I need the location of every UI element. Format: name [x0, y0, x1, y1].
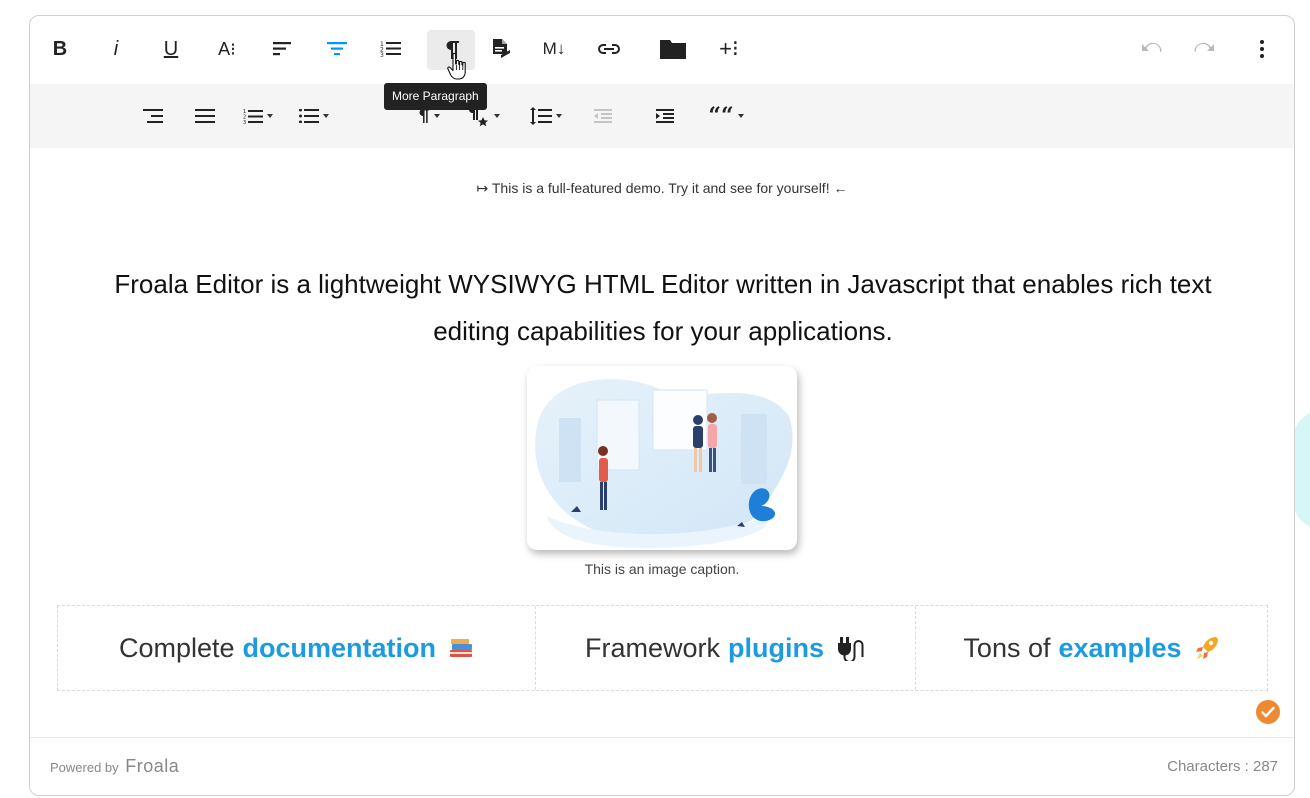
quote-icon: ““	[708, 103, 734, 129]
more-rich-button[interactable]	[486, 34, 516, 64]
folder-icon	[660, 40, 686, 59]
quote-dropdown[interactable]: ““	[706, 103, 746, 129]
link-icon	[598, 44, 620, 54]
feature-prefix: Complete	[118, 632, 235, 663]
rocket-icon	[1194, 635, 1220, 661]
chevron-down-icon	[494, 114, 500, 118]
outdent-button[interactable]	[590, 103, 616, 129]
powered-by-label: Powered by	[50, 760, 119, 775]
markdown-button[interactable]: M↓	[539, 34, 569, 64]
main-toolbar: B i U A⁝ 123 M↓ +⁝	[30, 16, 1294, 84]
text-format-button[interactable]	[268, 34, 298, 64]
italic-button[interactable]: i	[104, 34, 128, 64]
features-table: Complete documentation Framework plugins…	[57, 605, 1268, 691]
align-justify-icon	[195, 109, 215, 123]
paragraph-format-icon	[327, 42, 347, 56]
examples-link[interactable]: examples	[1058, 633, 1181, 664]
align-justify-button[interactable]	[192, 103, 218, 129]
more-misc-button[interactable]: +⁝	[712, 34, 746, 64]
tooltip-more-paragraph: More Paragraph	[384, 83, 487, 110]
line-height-dropdown[interactable]	[524, 103, 568, 129]
insert-link-button[interactable]	[592, 34, 626, 64]
documentation-link[interactable]: documentation	[243, 633, 437, 664]
editor-footer: Powered by Froala Characters : 287	[30, 737, 1294, 795]
froala-logo: Froala	[125, 756, 180, 776]
intro-paragraph[interactable]: Froala Editor is a lightweight WYSIWYG H…	[90, 261, 1236, 355]
text-format-icon	[273, 42, 291, 56]
svg-text:3: 3	[243, 120, 246, 124]
feature-prefix: Tons of	[963, 632, 1051, 663]
document-icon	[493, 39, 510, 58]
svg-text:3: 3	[380, 52, 384, 58]
paragraph-format-button[interactable]	[322, 34, 352, 64]
hand-cursor-icon	[447, 52, 466, 80]
unordered-list-dropdown[interactable]	[292, 103, 336, 129]
froala-editor: B i U A⁝ 123 M↓ +⁝ 1 2 3 ““ More Paragra…	[29, 15, 1295, 796]
feature-prefix: Framework	[584, 632, 720, 663]
underline-button[interactable]: U	[158, 34, 184, 64]
paragraph-toolbar: 123 ““	[30, 84, 1294, 148]
books-icon	[448, 636, 474, 660]
insert-files-button[interactable]	[656, 34, 690, 64]
line-height-icon	[530, 107, 552, 125]
demo-note: ↦ This is a full-featured demo. Try it a…	[476, 180, 848, 196]
feature-documentation: Complete documentation	[58, 606, 536, 690]
gallery-illustration	[535, 379, 793, 548]
bold-button[interactable]: B	[48, 34, 72, 64]
undo-button[interactable]	[1136, 34, 1166, 64]
ordered-list-button[interactable]: 123	[376, 34, 406, 64]
feature-examples: Tons of examples	[916, 606, 1267, 690]
font-size-button[interactable]: A⁝	[212, 34, 242, 64]
ordered-list-icon: 123	[380, 41, 401, 58]
redo-button[interactable]	[1190, 34, 1220, 64]
plugins-link[interactable]: plugins	[728, 633, 824, 664]
feature-plugins: Framework plugins	[536, 606, 916, 690]
align-right-icon	[143, 109, 163, 123]
ordered-list-dropdown[interactable]: 123	[236, 103, 280, 129]
illustration-image[interactable]	[527, 366, 797, 550]
character-counter: Characters : 287	[1167, 758, 1278, 775]
outdent-icon	[594, 109, 612, 123]
image-caption: This is an image caption.	[584, 561, 740, 577]
chevron-down-icon	[737, 114, 744, 118]
more-options-button[interactable]	[1252, 34, 1272, 64]
redo-icon	[1194, 42, 1214, 52]
plug-icon	[836, 635, 866, 661]
chevron-down-icon	[434, 114, 440, 118]
check-badge-icon	[1256, 700, 1280, 724]
chevron-down-icon	[323, 114, 329, 118]
align-right-button[interactable]	[140, 103, 166, 129]
chevron-down-icon	[267, 114, 273, 118]
more-vertical-icon	[1260, 40, 1264, 58]
ordered-list-icon: 123	[243, 109, 263, 124]
chevron-down-icon	[556, 114, 562, 118]
indent-button[interactable]	[652, 103, 678, 129]
unordered-list-icon	[299, 109, 319, 123]
powered-by[interactable]: Powered by Froala	[50, 756, 179, 777]
indent-icon	[656, 109, 674, 123]
undo-icon	[1142, 42, 1162, 52]
